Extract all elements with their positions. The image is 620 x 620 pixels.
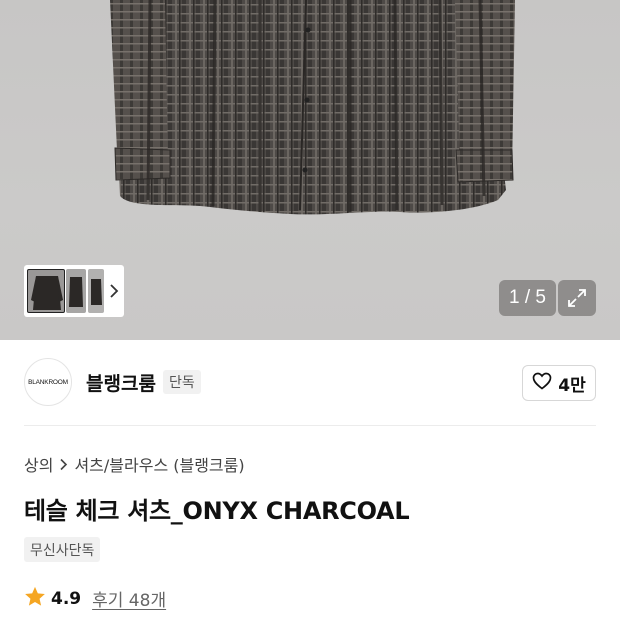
like-count: 4만: [558, 375, 586, 396]
divider: [24, 425, 596, 426]
star-icon: [24, 586, 46, 611]
breadcrumb-item-subcategory[interactable]: 셔츠/블라우스 (블랭크룸): [74, 452, 244, 476]
brand-logo[interactable]: BLANKROOM: [24, 358, 72, 406]
thumbnail-3[interactable]: [88, 269, 104, 313]
thumbnail-2[interactable]: [66, 269, 86, 313]
chevron-right-icon: [59, 458, 68, 471]
breadcrumb: 상의 셔츠/블라우스 (블랭크룸): [24, 452, 245, 476]
thumbnail-strip[interactable]: [24, 265, 124, 317]
chevron-right-icon[interactable]: [106, 279, 122, 303]
review-count-link[interactable]: 후기 48개: [92, 586, 166, 611]
heart-icon: [532, 372, 552, 394]
expand-icon[interactable]: [558, 280, 596, 316]
like-button[interactable]: 4만: [522, 365, 596, 401]
product-tag: 무신사단독: [24, 537, 101, 562]
brand-name[interactable]: 블랭크룸: [86, 369, 156, 396]
brand-logo-text: BLANKROOM: [28, 378, 68, 386]
image-counter: 1 / 5: [499, 280, 556, 316]
product-title: 테슬 체크 셔츠_ONYX CHARCOAL: [24, 497, 410, 525]
product-image-gallery[interactable]: 1 / 5: [0, 0, 620, 340]
rating-row: 4.9 후기 48개: [24, 586, 166, 611]
breadcrumb-item-category[interactable]: 상의: [24, 452, 53, 476]
thumbnail-1[interactable]: [27, 269, 65, 313]
rating-value: 4.9: [51, 588, 82, 609]
exclusive-badge: 단독: [163, 370, 201, 394]
